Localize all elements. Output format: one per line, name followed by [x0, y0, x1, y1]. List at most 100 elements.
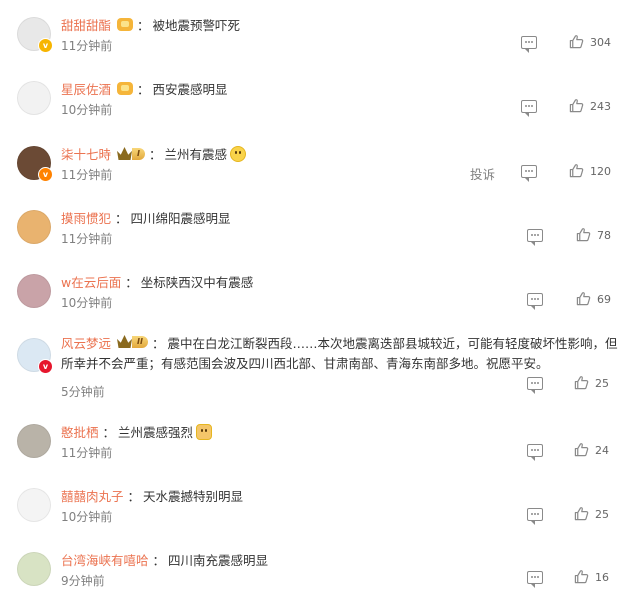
separator: ：: [125, 275, 138, 290]
like-count: 243: [590, 100, 611, 113]
avatar[interactable]: [17, 274, 51, 308]
comment-text: 四川绵阳震感明显: [130, 211, 231, 226]
vip-level-label: I: [132, 147, 145, 160]
like-count: 25: [595, 377, 609, 390]
comment-time: 10分钟前: [61, 296, 113, 310]
reply-icon[interactable]: [527, 444, 543, 461]
comment-line: 囍囍肉丸子：天水震撼特别明显: [61, 486, 243, 505]
username-link[interactable]: 摸雨惯犯: [61, 208, 111, 227]
separator: ：: [152, 553, 166, 568]
like-thumb-icon[interactable]: [576, 291, 591, 306]
avatar-image: [17, 81, 51, 115]
like-count: 304: [590, 36, 611, 49]
username-link[interactable]: 风云梦远: [61, 336, 111, 351]
comment-text: 西安震感明显: [152, 82, 228, 97]
comment-line: w在云后面 ：坐标陕西汉中有震感: [61, 272, 253, 291]
reply-icon[interactable]: [527, 229, 543, 246]
vip-level-badge[interactable]: I: [117, 147, 145, 161]
like-count: 120: [590, 165, 611, 178]
comment-time: 11分钟前: [61, 232, 113, 246]
avatar[interactable]: [17, 81, 51, 115]
avatar-image: [17, 274, 51, 308]
comment-line: 风云梦远 II：震中在白龙江断裂西段……本次地震离迭部县城较近，可能有轻度破坏性影…: [61, 334, 621, 374]
like-thumb-icon[interactable]: [569, 163, 584, 178]
comment-item: v 甜甜甜酯 ：被地震预警吓死 11分钟前: [0, 17, 633, 77]
like-thumb-icon[interactable]: [574, 506, 589, 521]
avatar[interactable]: v: [17, 17, 53, 53]
comment-time: 11分钟前: [61, 168, 113, 182]
avatar[interactable]: [17, 488, 51, 522]
comment-line: 柒十七時 I ：兰州有震感: [61, 144, 247, 163]
comment-time: 10分钟前: [61, 103, 113, 117]
like-thumb-icon[interactable]: [576, 227, 591, 242]
comment-line: 台湾海峡有嘻哈：四川南充震感明显: [61, 550, 268, 569]
member-crown-icon[interactable]: [117, 82, 134, 95]
separator: ：: [149, 147, 162, 162]
username-link[interactable]: 星辰佐酒: [61, 79, 111, 98]
like-thumb-icon[interactable]: [574, 375, 589, 390]
username-link[interactable]: 台湾海峡有嘻哈: [61, 550, 149, 569]
avatar-image: [17, 210, 51, 244]
reply-icon[interactable]: [527, 293, 543, 310]
avatar-image: [17, 488, 51, 522]
avatar[interactable]: [17, 424, 51, 458]
comment-time: 9分钟前: [61, 574, 105, 588]
comment-line: 星辰佐酒 ：西安震感明显: [61, 79, 228, 98]
comment-line: 憨批栖：兰州震感强烈: [61, 422, 213, 441]
avatar-image: [17, 552, 51, 586]
verified-badge-icon: v: [38, 167, 53, 182]
vip-level-badge[interactable]: II: [117, 335, 148, 349]
like-thumb-icon[interactable]: [574, 569, 589, 584]
like-thumb-icon[interactable]: [569, 98, 584, 113]
username-link[interactable]: 甜甜甜酯: [61, 15, 111, 34]
separator: ：: [137, 82, 150, 97]
cat-emoji-icon: [196, 423, 213, 440]
report-link[interactable]: 投诉: [470, 164, 495, 183]
comment-line: 甜甜甜酯 ：被地震预警吓死: [61, 15, 240, 34]
avatar[interactable]: [17, 210, 51, 244]
comment-time: 11分钟前: [61, 446, 113, 460]
avatar-image: [17, 424, 51, 458]
reply-icon[interactable]: [527, 571, 543, 588]
member-crown-icon[interactable]: [117, 18, 134, 31]
avatar[interactable]: v: [17, 146, 53, 182]
avatar[interactable]: [17, 552, 51, 586]
face-emoji-icon: [230, 145, 247, 162]
separator: ：: [137, 18, 150, 33]
reply-icon[interactable]: [521, 100, 537, 117]
comment-time: 5分钟前: [61, 385, 105, 399]
reply-icon[interactable]: [521, 36, 537, 53]
username-link[interactable]: w在云后面: [61, 272, 121, 291]
comment-text: 兰州有震感: [164, 147, 228, 162]
comment-line: 摸雨惯犯 ：四川绵阳震感明显: [61, 208, 231, 227]
username-link[interactable]: 囍囍肉丸子: [61, 486, 124, 505]
like-count: 24: [595, 444, 609, 457]
like-count: 25: [595, 508, 609, 521]
separator: ：: [127, 489, 141, 504]
vip-level-label: II: [132, 335, 148, 348]
username-link[interactable]: 柒十七時: [61, 144, 111, 163]
separator: ：: [102, 425, 116, 440]
comment-text: 四川南充震感明显: [168, 553, 269, 568]
like-count: 69: [597, 293, 611, 306]
username-link[interactable]: 憨批栖: [61, 422, 99, 441]
comment-item: v 柒十七時 I ：兰州有震感 11分钟前: [0, 144, 633, 206]
reply-icon[interactable]: [527, 508, 543, 525]
avatar[interactable]: v: [17, 338, 53, 374]
comment-text: 兰州震感强烈: [118, 425, 194, 440]
crown-icon: [117, 335, 133, 348]
like-thumb-icon[interactable]: [569, 34, 584, 49]
comment-text: 天水震撼特别明显: [143, 489, 244, 504]
like-count: 78: [597, 229, 611, 242]
reply-icon[interactable]: [527, 377, 543, 394]
comment-time: 10分钟前: [61, 510, 113, 524]
reply-icon[interactable]: [521, 165, 537, 182]
verified-badge-icon: v: [38, 38, 53, 53]
verified-badge-icon: v: [38, 359, 53, 374]
comment-time: 11分钟前: [61, 39, 113, 53]
comment-text: 被地震预警吓死: [152, 18, 241, 33]
separator: ：: [151, 336, 165, 351]
separator: ：: [115, 211, 128, 226]
comment-item: 星辰佐酒 ：西安震感明显 10分钟前: [0, 81, 633, 141]
like-thumb-icon[interactable]: [574, 442, 589, 457]
